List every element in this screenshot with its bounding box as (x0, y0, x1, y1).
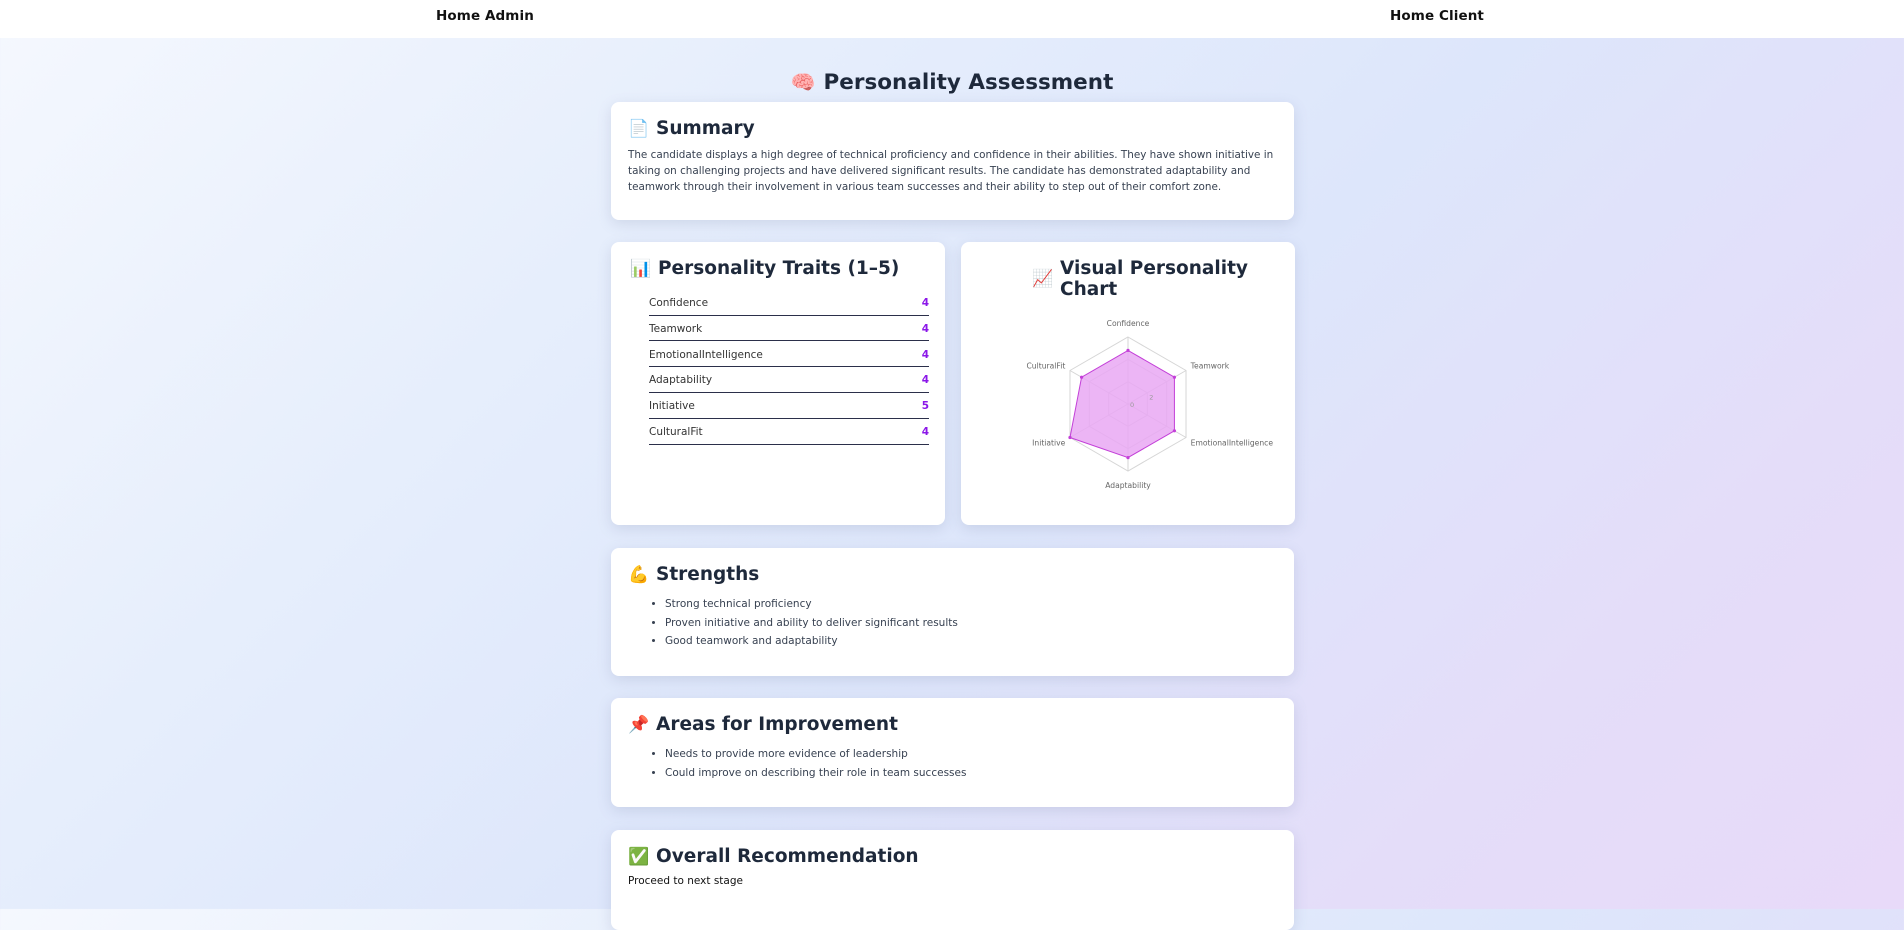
trait-row-cultural-fit: CulturalFit 4 (649, 420, 929, 445)
radar-data-point (1068, 435, 1072, 440)
radar-tick-label: 0 (1130, 401, 1134, 409)
summary-text: The candidate displays a high degree of … (628, 149, 1274, 193)
pushpin-icon: 📌 (628, 714, 650, 735)
radar-axis-label: Initiative (1032, 439, 1065, 448)
trait-row-initiative: Initiative 5 (649, 395, 929, 420)
recommendation-heading: ✅ Overall Recommendation (628, 846, 1277, 867)
improvement-heading: 📌 Areas for Improvement (628, 714, 1277, 735)
list-item: Could improve on describing their role i… (665, 764, 1277, 783)
radar-axis-label: Adaptability (1105, 481, 1151, 490)
radar-tick-label: 2 (1149, 393, 1153, 401)
strengths-card: 💪 Strengths Strong technical proficiency… (611, 548, 1294, 676)
improvement-title: Areas for Improvement (656, 714, 898, 735)
trait-row-confidence: Confidence 4 (649, 291, 929, 316)
chart-heading: 📈 Visual Personality Chart (980, 258, 1276, 300)
page-title: 🧠 Personality Assessment (0, 70, 1904, 95)
improvement-card: 📌 Areas for Improvement Needs to provide… (611, 698, 1294, 807)
line-chart-icon: 📈 (1032, 269, 1054, 289)
traits-card: 📊 Personality Traits (1–5) Confidence 4 T… (611, 242, 945, 525)
radar-data-point (1172, 429, 1177, 433)
radar-chart: 0 2 Confidence Teamwork EmotionalIntelligenc… (1027, 319, 1274, 490)
radar-data-point (1126, 456, 1130, 460)
list-item: Good teamwork and adaptability (665, 632, 1277, 651)
trait-label: Adaptability (649, 374, 713, 387)
radar-data-point (1079, 375, 1084, 379)
summary-card: 📄 Summary The candidate displays a high … (611, 102, 1294, 220)
summary-heading: 📄 Summary (628, 118, 1277, 139)
nav-home-admin-link[interactable]: Home Admin (436, 8, 534, 24)
trait-label: Teamwork (649, 322, 703, 335)
summary-title: Summary (656, 118, 755, 139)
recommendation-title: Overall Recommendation (656, 846, 919, 867)
trait-score: 4 (921, 374, 929, 387)
chart-card: 📈 Visual Personality Chart 0 2 Confidence T… (961, 242, 1295, 525)
bar-chart-icon: 📊 (630, 258, 652, 279)
strengths-heading: 💪 Strengths (628, 564, 1277, 585)
trait-label: Initiative (649, 400, 695, 413)
list-item: Needs to provide more evidence of leader… (665, 745, 1277, 764)
trait-score: 4 (921, 348, 929, 361)
nav-home-client-link[interactable]: Home Client (1390, 8, 1484, 24)
traits-title: Personality Traits (1–5) (658, 258, 900, 279)
radar-axis-label: Confidence (1107, 319, 1150, 328)
radar-axis-label: Teamwork (1190, 362, 1230, 371)
strengths-list: Strong technical proficiency Proven init… (628, 595, 1277, 651)
trait-score: 4 (921, 426, 929, 439)
trait-row-teamwork: Teamwork 4 (649, 317, 929, 342)
radar-data-point (1126, 348, 1130, 352)
page-icon: 📄 (628, 118, 650, 139)
trait-label: CulturalFit (649, 426, 703, 439)
trait-score: 5 (921, 400, 929, 413)
radar-axis-label: EmotionalIntelligence (1191, 439, 1274, 448)
chart-title: Visual Personality Chart (1060, 258, 1248, 300)
traits-heading: 📊 Personality Traits (1–5) (630, 258, 926, 279)
trait-label: Confidence (649, 296, 709, 309)
radar-axis-label: CulturalFit (1027, 362, 1066, 371)
recommendation-text: Proceed to next stage (628, 875, 743, 887)
brain-icon: 🧠 (790, 70, 816, 94)
trait-score: 4 (921, 322, 929, 335)
radar-series-area (1069, 349, 1175, 459)
trait-label: EmotionalIntelligence (649, 348, 763, 361)
check-mark-icon: ✅ (628, 846, 650, 867)
page-title-text: Personality Assessment (823, 70, 1114, 95)
recommendation-card: ✅ Overall Recommendation Proceed to next… (611, 830, 1294, 930)
trait-row-adaptability: Adaptability 4 (649, 369, 929, 394)
list-item: Proven initiative and ability to deliver… (665, 614, 1277, 633)
trait-row-emotional-intelligence: EmotionalIntelligence 4 (649, 343, 929, 368)
traits-list: Confidence 4 Teamwork 4 EmotionalIntellige… (649, 291, 929, 445)
strengths-title: Strengths (656, 564, 760, 585)
trait-score: 4 (921, 296, 929, 309)
top-nav: Home Admin Home Client (0, 0, 1904, 38)
flexed-biceps-icon: 💪 (628, 564, 650, 585)
improvement-list: Needs to provide more evidence of leader… (628, 745, 1277, 782)
list-item: Strong technical proficiency (665, 595, 1277, 614)
radar-data-point (1172, 375, 1177, 379)
